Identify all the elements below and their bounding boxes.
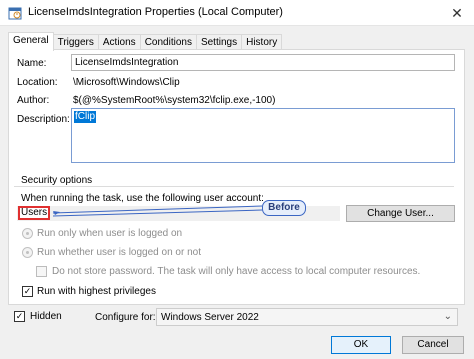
configure-for-value: Windows Server 2022 [161, 312, 259, 323]
description-selected-text: fClip [74, 111, 97, 123]
name-field[interactable]: LicenseImdsIntegration [71, 54, 455, 71]
run-logged-on-label: Run only when user is logged on [37, 228, 183, 239]
cancel-button[interactable]: Cancel [402, 336, 464, 354]
configure-for-label: Configure for: [95, 312, 156, 323]
chevron-down-icon: ⌄ [443, 311, 452, 322]
task-scheduler-icon [8, 7, 22, 20]
highest-privileges-label: Run with highest privileges [37, 286, 156, 297]
tab-strip: General Triggers Actions Conditions Sett… [8, 32, 283, 51]
window-title: LicenseImdsIntegration Properties (Local… [28, 6, 283, 18]
highest-privileges-checkbox[interactable]: ✓ [22, 286, 33, 297]
run-whether-label: Run whether user is logged on or not [37, 247, 201, 258]
close-icon[interactable]: ✕ [446, 3, 468, 23]
run-whether-radio[interactable] [22, 247, 33, 258]
description-field[interactable]: fClip [71, 108, 455, 163]
hidden-label: Hidden [30, 311, 62, 322]
hidden-checkbox[interactable]: ✓ [14, 311, 25, 322]
author-value: $(@%SystemRoot%\system32\fclip.exe,-100) [73, 95, 276, 106]
security-options-label: Security options [21, 175, 93, 186]
tab-general[interactable]: General [8, 32, 54, 51]
run-logged-on-radio[interactable] [22, 228, 33, 239]
ok-button[interactable]: OK [331, 336, 391, 354]
do-not-store-label: Do not store password. The task will onl… [52, 266, 421, 277]
title-bar: LicenseImdsIntegration Properties (Local… [0, 0, 474, 26]
security-divider [14, 186, 454, 187]
location-label: Location: [17, 77, 58, 88]
user-account-value: Users [18, 206, 50, 220]
name-label: Name: [17, 58, 47, 69]
change-user-button[interactable]: Change User... [346, 205, 455, 222]
description-label: Description: [17, 114, 70, 125]
do-not-store-checkbox[interactable] [36, 266, 47, 277]
user-account-prompt: When running the task, use the following… [21, 193, 264, 204]
location-value: \Microsoft\Windows\Clip [73, 77, 180, 88]
configure-for-select[interactable]: Windows Server 2022 ⌄ [156, 308, 458, 326]
author-label: Author: [17, 95, 50, 106]
before-callout: Before [262, 200, 306, 216]
